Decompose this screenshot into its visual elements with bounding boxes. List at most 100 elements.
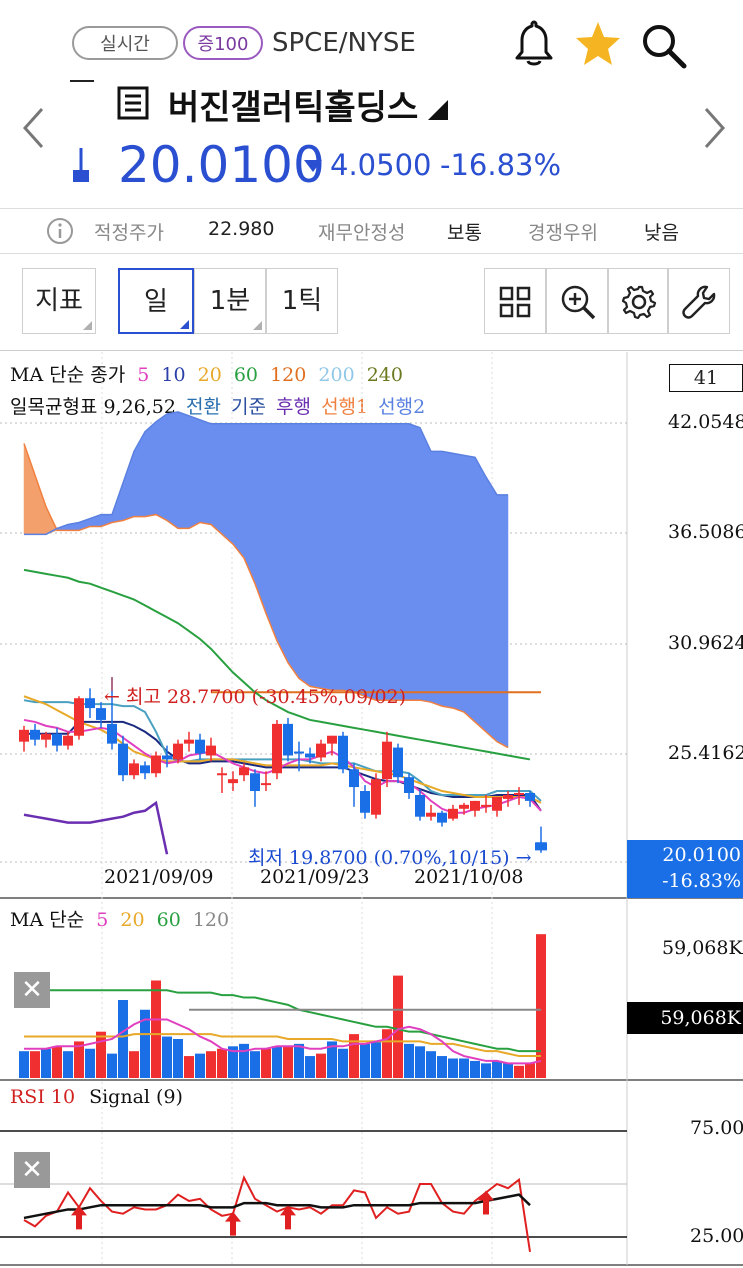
- candle-body: [327, 735, 337, 744]
- volume-current-badge: 59,068K: [627, 1002, 743, 1034]
- ichimoku-cloud-segment: [144, 421, 157, 517]
- candle-body: [19, 729, 29, 742]
- volume-legend-title: MA 단순: [10, 909, 85, 931]
- volume-bar: [481, 1063, 491, 1078]
- ichimoku-cloud-segment: [441, 451, 454, 709]
- x-tick-1: 2021/09/09: [104, 866, 214, 888]
- ichimoku-cloud-segment: [364, 423, 377, 701]
- ichimoku-cloud-segment: [485, 476, 498, 743]
- candle-body: [184, 739, 194, 744]
- volume-bar: [294, 1043, 304, 1078]
- close-rsi-panel-button[interactable]: ✕: [14, 1152, 50, 1188]
- volume-bar: [525, 1063, 535, 1078]
- volume-bar: [305, 1056, 315, 1078]
- volume-bar: [85, 1048, 95, 1078]
- ichimoku-cloud-segment: [320, 423, 333, 691]
- volume-bar: [162, 1036, 172, 1078]
- ichimoku-cloud-segment: [474, 456, 487, 733]
- candle-body: [272, 723, 282, 774]
- ichimoku-cloud-segment: [243, 423, 256, 584]
- last-price-change: -16.83%: [662, 870, 741, 892]
- candle-body: [415, 794, 425, 817]
- vol-ma-60: 60: [156, 909, 181, 931]
- candle-body: [30, 729, 40, 740]
- ichimoku-cloud-segment: [276, 423, 289, 663]
- ichimoku-cloud-segment: [221, 423, 234, 545]
- candle-body: [162, 755, 172, 760]
- candle-body: [481, 804, 491, 807]
- ichimoku-cloud-segment: [408, 423, 421, 701]
- volume-bar: [41, 1048, 51, 1078]
- ichimoku-cloud-segment: [199, 419, 212, 525]
- candle-body: [96, 708, 106, 720]
- ichimoku-cloud-segment: [298, 423, 311, 687]
- ichimoku-cloud-segment: [122, 451, 135, 521]
- volume-bar: [316, 1053, 326, 1078]
- volume-bar: [371, 1041, 381, 1078]
- candle-body: [107, 723, 117, 744]
- ichimoku-cloud-segment: [496, 494, 509, 749]
- ichimoku-cloud-segment: [34, 475, 47, 535]
- candle-body: [206, 745, 216, 756]
- volume-bar: [338, 1048, 348, 1078]
- candle-body: [228, 779, 238, 784]
- volume-bar: [129, 1051, 139, 1078]
- candle-body: [338, 735, 348, 770]
- rsi-y-tick-25: 25.00: [690, 1225, 743, 1247]
- last-price-badge: 20.0100 -16.83%: [627, 840, 743, 898]
- volume-bar: [360, 1043, 370, 1078]
- vol-ma-120: 120: [192, 909, 230, 931]
- volume-bar: [19, 1051, 29, 1078]
- volume-bar: [415, 1046, 425, 1078]
- rsi-y-tick-75: 75.00: [690, 1117, 743, 1139]
- ichimoku-cloud-segment: [287, 423, 300, 680]
- candle-body: [492, 796, 502, 811]
- ichimoku-cloud-segment: [353, 423, 366, 697]
- volume-bar: [404, 1043, 414, 1078]
- close-volume-panel-button[interactable]: ✕: [14, 972, 50, 1008]
- price-y-tick-3: 30.9624: [668, 632, 743, 654]
- candle-body: [129, 763, 139, 776]
- candle-body: [404, 777, 414, 793]
- ichimoku-cloud-segment: [430, 451, 443, 707]
- candle-body: [250, 773, 260, 792]
- candle-body: [261, 783, 271, 786]
- candle-body: [382, 741, 392, 780]
- volume-bar: [426, 1051, 436, 1078]
- candle-body: [74, 698, 84, 736]
- volume-bar: [30, 1051, 40, 1078]
- volume-bar: [96, 1031, 106, 1078]
- volume-bar: [206, 1051, 216, 1078]
- candle-body: [151, 755, 161, 774]
- ichimoku-cloud-segment: [452, 453, 465, 713]
- candle-body: [393, 747, 403, 778]
- volume-ma-legend[interactable]: MA 단순 5 20 60 120: [10, 905, 229, 932]
- rsi-legend[interactable]: RSI 10 Signal (9): [10, 1086, 183, 1108]
- candle-body: [118, 743, 128, 776]
- vol-ma-5: 5: [96, 909, 109, 931]
- candle-body: [448, 808, 458, 819]
- candle-body: [316, 743, 326, 758]
- volume-bar: [52, 1046, 62, 1078]
- candle-body: [283, 723, 293, 756]
- candle-body: [52, 733, 62, 746]
- volume-bar: [459, 1058, 469, 1078]
- ichimoku-cloud-segment: [166, 411, 179, 529]
- candle-body: [437, 812, 447, 823]
- rsi-title: RSI 10: [10, 1086, 76, 1108]
- ichimoku-cloud-segment: [342, 423, 355, 693]
- price-y-tick-1: 42.0548: [668, 411, 743, 433]
- candle-body: [459, 804, 469, 809]
- candle-body: [514, 792, 524, 795]
- stock-chart-canvas[interactable]: [0, 0, 743, 1268]
- ichimoku-cloud-segment: [254, 423, 267, 614]
- volume-bar: [437, 1056, 447, 1078]
- candle-body: [41, 733, 51, 740]
- ichimoku-cloud-segment: [265, 423, 278, 642]
- candle-body: [217, 773, 227, 776]
- candle-body: [360, 791, 370, 813]
- volume-bar: [151, 980, 161, 1078]
- last-price-value: 20.0100: [662, 844, 741, 866]
- volume-bar: [118, 999, 128, 1078]
- ichimoku-cloud-segment: [397, 423, 410, 701]
